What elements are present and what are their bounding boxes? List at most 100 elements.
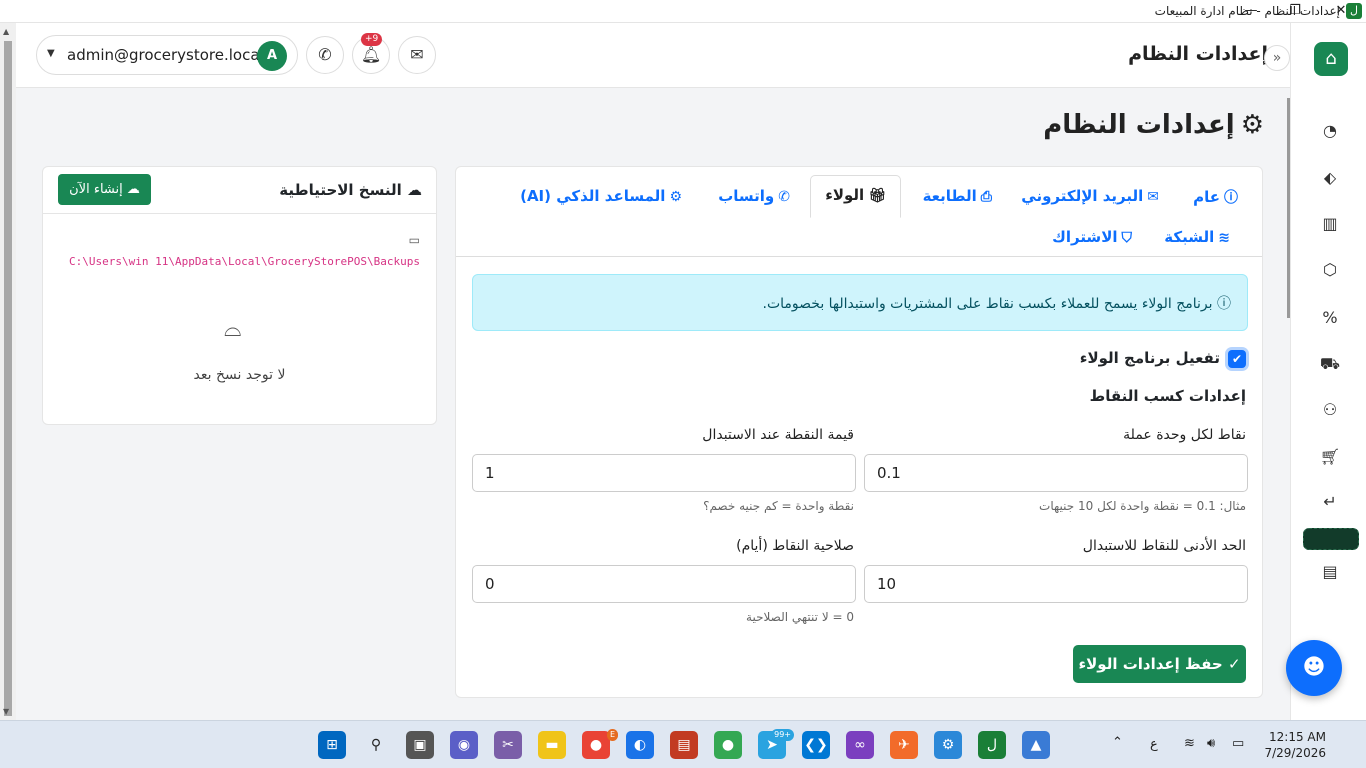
sidebar-item-active[interactable] xyxy=(1303,528,1359,550)
store-icon[interactable]: ⌂ xyxy=(1314,42,1348,76)
page-scrollbar[interactable]: ▲ ▼ xyxy=(0,23,16,720)
tab-printer[interactable]: ⎙الطابعة xyxy=(923,187,992,205)
taskbar: ⊞ ⚲ ▣ ◉ ✂ ▬ ● E ◐ ▤ ● ➤ 99+ ❮❯ ∞ ✈ ⚙ ل ▲ ⌃… xyxy=(0,720,1366,768)
window-titlebar: — ❐ ✕ ل إعدادات النظام - نظام ادارة المب… xyxy=(0,0,1366,23)
percent-icon[interactable]: % xyxy=(1319,307,1341,329)
office-icon[interactable]: ▤ xyxy=(670,731,698,759)
postman-icon[interactable]: ✈ xyxy=(890,731,918,759)
user-menu[interactable]: ▼ admin@grocerystore.local A xyxy=(36,35,298,75)
tab-ai-assistant[interactable]: ⚙المساعد الذكي (AI) xyxy=(520,187,682,205)
language-indicator[interactable]: ع xyxy=(1150,737,1158,752)
top-header: إعدادات النظام ▼ admin@grocerystore.loca… xyxy=(16,23,1290,88)
visual-studio-icon[interactable]: ∞ xyxy=(846,731,874,759)
earning-settings-heading: إعدادات كسب النقاط xyxy=(1089,387,1246,405)
battery-icon[interactable]: ▭ xyxy=(1232,736,1244,751)
chevron-up-icon[interactable]: ⌃ xyxy=(1112,735,1123,750)
min-points-input[interactable]: 10 xyxy=(864,565,1248,603)
telegram-icon[interactable]: ➤ 99+ xyxy=(758,729,794,759)
tab-loyalty[interactable]: 🎁︎الولاء xyxy=(810,175,901,218)
tags-icon[interactable]: ⬖ xyxy=(1319,167,1341,189)
clock-date: 7/29/2026 xyxy=(1264,746,1326,760)
windows-start-icon[interactable]: ⊞ xyxy=(318,731,346,759)
gift-icon: 🎁︎ xyxy=(868,188,886,204)
tab-email[interactable]: ✉البريد الإلكتروني xyxy=(1021,187,1159,205)
save-loyalty-button[interactable]: ✓ حفظ إعدادات الولاء xyxy=(1073,645,1246,683)
chevron-down-icon: ▼ xyxy=(47,48,55,59)
volume-icon[interactable]: 🔊︎ xyxy=(1207,736,1215,751)
sidebar-toggle-icon[interactable]: » xyxy=(1264,45,1290,71)
whatsapp-icon: ✆ xyxy=(778,189,790,205)
whatsapp-icon: ✆ xyxy=(318,45,332,64)
task-view-icon[interactable]: ▣ xyxy=(406,731,434,759)
tab-network[interactable]: ≋الشبكة xyxy=(1164,228,1230,246)
chrome-icon[interactable]: ● E xyxy=(582,729,618,759)
cloud-upload-icon: ☁ xyxy=(122,182,140,197)
avatar: A xyxy=(257,41,287,71)
search-icon[interactable]: ⚲ xyxy=(362,731,390,759)
pos-app-icon[interactable]: ل xyxy=(978,731,1006,759)
sidebar-scrollbar[interactable] xyxy=(1287,98,1290,318)
telegram-badge: 99+ xyxy=(771,729,794,741)
enable-loyalty-checkbox[interactable]: ✔ xyxy=(1228,349,1246,368)
enable-loyalty-row[interactable]: ✔ تفعيل برنامج الولاء xyxy=(1080,349,1246,368)
clock[interactable]: 12:15 AM 7/29/2026 xyxy=(1264,729,1326,761)
robot-icon: ☻ xyxy=(1302,655,1326,680)
meet-icon[interactable]: ◉ xyxy=(450,731,478,759)
dashboard-icon[interactable]: ◔ xyxy=(1319,120,1341,142)
cart-icon[interactable]: 🛒︎ xyxy=(1319,446,1341,468)
users-icon[interactable]: ⚇ xyxy=(1319,399,1341,421)
min-points-label: الحد الأدنى للنقاط للاستبدال xyxy=(1082,538,1246,554)
edge-icon[interactable]: ◐ xyxy=(626,731,654,759)
backup-path: C:\Users\win 11\AppData\Local\GrocerySto… xyxy=(69,255,420,268)
ai-assistant-fab[interactable]: ☻ xyxy=(1286,640,1342,696)
bell-icon: 🔔︎ xyxy=(360,45,382,64)
messages-button[interactable]: ✉ xyxy=(398,36,436,74)
backup-title: ☁ النسخ الاحتياطية xyxy=(279,181,422,199)
notifications-button[interactable]: 🔔︎ +9 xyxy=(352,33,390,74)
settings-app-icon[interactable]: ⚙ xyxy=(934,731,962,759)
window-title: إعدادات النظام - نظام ادارة المبيعات xyxy=(1154,4,1340,18)
point-value-input[interactable]: 1 xyxy=(472,454,856,492)
tab-whatsapp[interactable]: ✆واتساب xyxy=(718,187,790,205)
vscode-icon[interactable]: ❮❯ xyxy=(802,731,830,759)
points-per-unit-input[interactable]: 0.1 xyxy=(864,454,1248,492)
backup-card-header: ☁ النسخ الاحتياطية ☁ إنشاء الآن xyxy=(43,167,436,214)
header-title: إعدادات النظام xyxy=(1128,43,1268,65)
loyalty-info-alert: ⓘ برنامج الولاء يسمح للعملاء بكسب نقاط ع… xyxy=(472,274,1248,331)
printer-icon: ⎙ xyxy=(980,189,992,205)
point-value-help: نقطة واحدة = كم جنيه خصم؟ xyxy=(703,499,854,513)
chrome-alt-icon[interactable]: ● xyxy=(714,731,742,759)
whatsapp-button[interactable]: ✆ xyxy=(306,36,344,74)
box-icon[interactable]: ⬡ xyxy=(1319,259,1341,281)
scroll-down-icon[interactable]: ▼ xyxy=(3,707,9,716)
expiry-input[interactable]: 0 xyxy=(472,565,856,603)
folder-icon: ▭ xyxy=(408,233,420,247)
barcode-icon[interactable]: ▥ xyxy=(1319,213,1341,235)
user-email: admin@grocerystore.local xyxy=(67,46,264,64)
scroll-up-icon[interactable]: ▲ xyxy=(3,27,9,36)
return-icon[interactable]: ↵ xyxy=(1319,491,1341,513)
receipt-icon[interactable]: ▤ xyxy=(1319,561,1341,583)
point-value-label: قيمة النقطة عند الاستبدال xyxy=(702,427,854,443)
robot-icon: ⚙ xyxy=(669,189,682,205)
truck-icon[interactable]: ⛟ xyxy=(1319,353,1341,375)
file-explorer-icon[interactable]: ▬ xyxy=(538,731,566,759)
app-logo-icon: ل xyxy=(1346,3,1362,19)
create-backup-button[interactable]: ☁ إنشاء الآن xyxy=(58,174,151,205)
wifi-icon: ≋ xyxy=(1218,230,1230,246)
tab-general[interactable]: ⓘعام xyxy=(1193,187,1238,207)
empty-backups-text: لا توجد نسخ بعد xyxy=(193,367,286,383)
tab-subscription[interactable]: ⛉الاشتراك xyxy=(1052,228,1132,246)
wifi-icon[interactable]: ≋ xyxy=(1184,736,1195,751)
snipping-icon[interactable]: ✂ xyxy=(494,731,522,759)
photos-icon[interactable]: ▲ xyxy=(1022,731,1050,759)
scrollbar-thumb[interactable] xyxy=(4,41,12,716)
sidebar: ⌂ ◔ ⬖ ▥ ⬡ % ⛟ ⚇ 🛒︎ ↵ ▤ xyxy=(1287,23,1366,720)
envelope-icon: ✉ xyxy=(1147,189,1159,205)
points-per-unit-help: مثال: 0.1 = نقطة واحدة لكل 10 جنيهات xyxy=(1039,499,1246,513)
clock-time: 12:15 AM xyxy=(1269,730,1326,744)
envelope-icon: ✉ xyxy=(410,45,424,64)
points-per-unit-label: نقاط لكل وحدة عملة xyxy=(1123,427,1246,443)
inbox-icon: ⌓ xyxy=(224,317,242,342)
page-title: ⚙إعدادات النظام xyxy=(1043,110,1264,140)
